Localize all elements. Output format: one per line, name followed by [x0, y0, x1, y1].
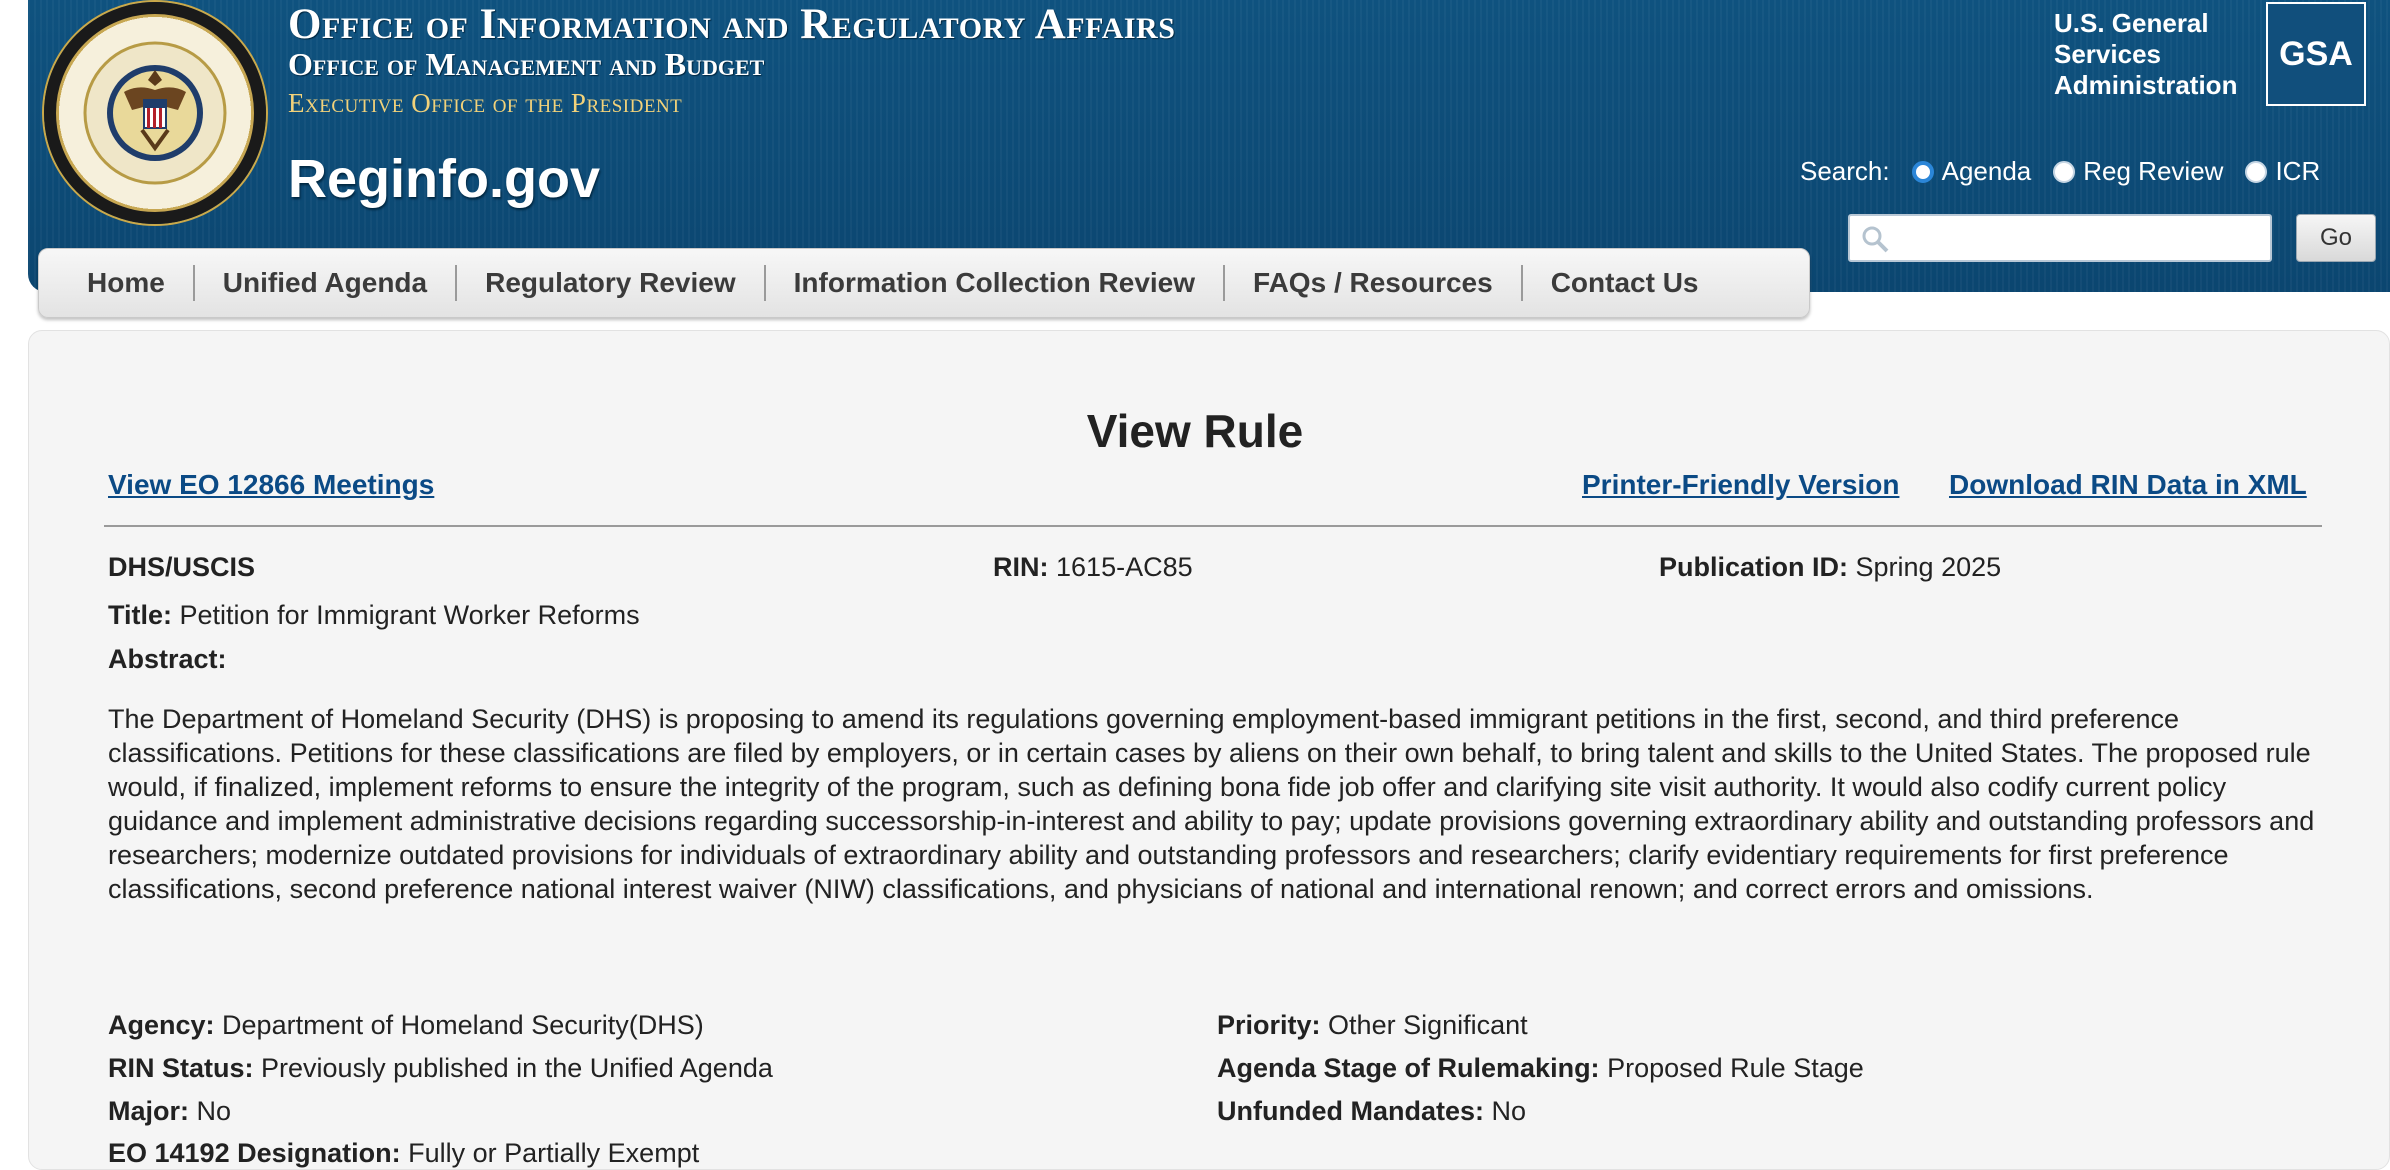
page-title: View Rule — [1086, 405, 1304, 457]
divider — [104, 525, 2322, 527]
gsa-logo[interactable]: GSA — [2266, 2, 2366, 106]
agenda-stage-field: Agenda Stage of Rulemaking: Proposed Rul… — [1217, 1053, 1864, 1083]
radio-reg-review[interactable] — [2053, 160, 2076, 183]
search-options: Search: Agenda Reg Review ICR — [1800, 156, 2320, 187]
rin-status-field: RIN Status: Previously published in the … — [108, 1053, 773, 1083]
go-button[interactable]: Go — [2296, 214, 2376, 262]
abstract-label: Abstract: — [108, 644, 227, 674]
title-field: Title: Petition for Immigrant Worker Ref… — [108, 600, 640, 630]
main-nav: Home Unified Agenda Regulatory Review In… — [38, 248, 1810, 318]
publication-id-field: Publication ID: Spring 2025 — [1659, 552, 2002, 582]
search-label: Search: — [1800, 156, 1890, 186]
nav-information-collection-review[interactable]: Information Collection Review — [766, 265, 1226, 301]
search-input[interactable] — [1848, 214, 2272, 262]
radio-reg-review-label[interactable]: Reg Review — [2083, 156, 2223, 187]
abstract-text: The Department of Homeland Security (DHS… — [108, 704, 2315, 904]
unfunded-mandates-field: Unfunded Mandates: No — [1217, 1096, 1527, 1126]
nav-faqs-resources[interactable]: FAQs / Resources — [1225, 265, 1523, 301]
download-xml-link[interactable]: Download RIN Data in XML — [1949, 469, 2307, 501]
gsa-text-line1: U.S. General — [2054, 8, 2209, 38]
rin-field: RIN: 1615-AC85 — [993, 552, 1193, 582]
radio-icr[interactable] — [2245, 160, 2268, 183]
radio-icr-label[interactable]: ICR — [2275, 156, 2320, 187]
oira-title: Office of Information and Regulatory Aff… — [288, 1, 1176, 48]
eop-seal-logo[interactable] — [44, 2, 266, 224]
nav-regulatory-review[interactable]: Regulatory Review — [457, 265, 766, 301]
agency-short: DHS/USCIS — [108, 552, 256, 582]
omb-title: Office of Management and Budget — [288, 46, 765, 82]
site-name[interactable]: Reginfo.gov — [288, 148, 600, 210]
eo-designation-field: EO 14192 Designation: Fully or Partially… — [108, 1138, 700, 1168]
gsa-text-line3: Administration — [2054, 70, 2238, 100]
gsa-text-line2: Services — [2054, 39, 2161, 69]
magnifier-icon — [1862, 226, 1889, 253]
nav-home[interactable]: Home — [59, 265, 195, 301]
nav-contact-us[interactable]: Contact Us — [1523, 265, 1727, 301]
nav-unified-agenda[interactable]: Unified Agenda — [195, 265, 458, 301]
radio-agenda[interactable] — [1911, 160, 1934, 183]
printer-friendly-link[interactable]: Printer-Friendly Version — [1582, 469, 1899, 501]
eop-title: Executive Office of the President — [288, 88, 683, 118]
major-field: Major: No — [108, 1096, 232, 1126]
agency-field: Agency: Department of Homeland Security(… — [108, 1010, 704, 1040]
gsa-text[interactable]: U.S. General Services Administration — [2054, 8, 2237, 101]
radio-agenda-label[interactable]: Agenda — [1942, 156, 2032, 187]
eagle-icon — [124, 70, 186, 152]
view-eo-meetings-link[interactable]: View EO 12866 Meetings — [108, 469, 434, 501]
priority-field: Priority: Other Significant — [1217, 1010, 1528, 1040]
